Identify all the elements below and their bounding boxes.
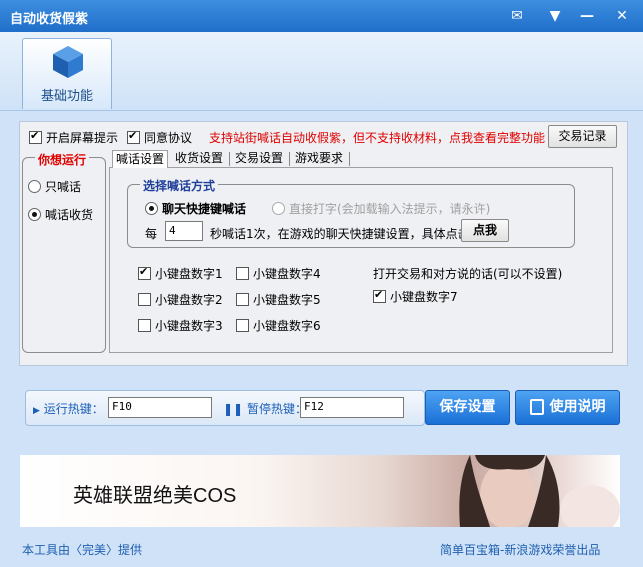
keypad-3-checkbox[interactable]: 小键盘数字3 — [138, 317, 223, 334]
agree-checkbox[interactable]: 同意协议 — [127, 129, 192, 146]
banner-photo-icon — [459, 455, 620, 527]
run-mode-shout-collect-label: 喊话收货 — [45, 208, 94, 222]
screen-tip-checkbox[interactable]: 开启屏幕提示 — [29, 129, 118, 146]
run-hotkey-input[interactable]: F10 — [108, 397, 212, 418]
window-title: 自动收货假紫 — [10, 12, 89, 27]
radio-dot — [145, 202, 158, 215]
checkbox-box — [29, 129, 42, 144]
menu-dropdown-icon[interactable]: ▼ — [547, 8, 563, 24]
run-mode-shout-only-label: 只喊话 — [45, 180, 82, 194]
checkbox-box — [236, 293, 249, 306]
feature-notice-link[interactable]: 支持站街喊话自动收假紫，但不支持收材料，点我查看完整功能 — [209, 129, 545, 146]
close-icon[interactable]: ✕ — [614, 8, 630, 24]
keypad-4-checkbox[interactable]: 小键盘数字4 — [236, 265, 321, 282]
basic-function-tab[interactable]: 基础功能 — [22, 38, 112, 109]
save-settings-button[interactable]: 保存设置 — [425, 390, 510, 425]
tab-collect-settings[interactable]: 收货设置 — [172, 150, 226, 167]
shout-method-title: 选择喊话方式 — [140, 177, 219, 194]
run-mode-shout-only[interactable]: 只喊话 — [28, 178, 81, 195]
keypad-7-label: 小键盘数字7 — [390, 290, 458, 304]
keypad-3-label: 小键盘数字3 — [155, 319, 223, 333]
basic-function-label: 基础功能 — [40, 89, 93, 104]
cube-icon — [53, 46, 83, 78]
trade-log-button[interactable]: 交易记录 — [548, 125, 617, 148]
keypad-6-checkbox[interactable]: 小键盘数字6 — [236, 317, 321, 334]
radio-dot — [272, 202, 285, 215]
trade-talk-note: 打开交易和对方说的话(可以不设置) — [373, 267, 563, 281]
agree-label: 同意协议 — [144, 131, 193, 145]
keypad-6-label: 小键盘数字6 — [253, 319, 321, 333]
keypad-1-checkbox[interactable]: 小键盘数字1 — [138, 265, 223, 282]
shout-interval-input[interactable]: 4 — [165, 221, 203, 241]
run-hotkey-label: ▶ 运行热键： — [33, 400, 104, 417]
footer-publisher[interactable]: 简单百宝箱-新浪游戏荣誉出品 — [440, 541, 600, 558]
radio-dot — [28, 180, 41, 193]
checkbox-box — [236, 267, 249, 280]
feedback-icon[interactable]: ✉ — [509, 8, 525, 24]
pause-hotkey-label: ❚❚ 暂停热键： — [223, 400, 307, 417]
tab-divider — [289, 152, 290, 166]
radio-dot — [28, 208, 41, 221]
checkbox-box — [138, 319, 151, 332]
keypad-2-checkbox[interactable]: 小键盘数字2 — [138, 291, 223, 308]
keypad-5-checkbox[interactable]: 小键盘数字5 — [236, 291, 321, 308]
checkbox-box — [236, 319, 249, 332]
shout-interval-desc: 秒喊话1次，在游戏的聊天快捷键设置，具体点击 — [210, 227, 470, 241]
keypad-7-checkbox[interactable]: 小键盘数字7 — [373, 288, 458, 305]
run-mode-title: 你想运行 — [35, 151, 90, 168]
tab-game-requirements[interactable]: 游戏要求 — [292, 150, 346, 167]
every-label: 每 — [145, 227, 158, 241]
keypad-2-label: 小键盘数字2 — [155, 293, 223, 307]
checkbox-box — [127, 129, 140, 144]
click-me-button[interactable]: 点我 — [461, 219, 509, 242]
screen-tip-label: 开启屏幕提示 — [46, 131, 119, 145]
pause-hotkey-text: 暂停热键： — [246, 402, 307, 416]
shout-mode-direct-type-label: 直接打字(会加载输入法提示，请永许) — [289, 202, 491, 216]
pause-icon: ❚❚ — [223, 402, 244, 416]
banner-text: 英雄联盟绝美COS — [73, 485, 237, 507]
checkbox-box — [373, 288, 386, 303]
run-mode-shout-collect[interactable]: 喊话收货 — [28, 206, 93, 223]
keypad-1-label: 小键盘数字1 — [155, 267, 223, 281]
minimize-icon[interactable]: — — [579, 8, 595, 24]
document-icon — [529, 399, 544, 415]
tab-divider — [349, 152, 350, 166]
play-icon: ▶ — [33, 406, 40, 416]
help-button[interactable]: 使用说明 — [515, 390, 620, 425]
keypad-5-label: 小键盘数字5 — [253, 293, 321, 307]
ad-banner[interactable]: 英雄联盟绝美COS — [20, 455, 620, 527]
tab-divider — [229, 152, 230, 166]
tab-shout-settings[interactable]: 喊话设置 — [112, 150, 169, 168]
checkbox-box — [138, 293, 151, 306]
shout-mode-quick-key-label: 聊天快捷键喊话 — [162, 202, 247, 216]
checkbox-box — [138, 265, 151, 280]
tab-trade-settings[interactable]: 交易设置 — [232, 150, 286, 167]
footer-provider: 本工具由〈完美〉提供 — [22, 543, 143, 557]
help-button-label: 使用说明 — [549, 399, 606, 415]
shout-mode-direct-type[interactable]: 直接打字(会加载输入法提示，请永许) — [272, 200, 490, 217]
run-hotkey-text: 运行热键： — [43, 402, 104, 416]
keypad-4-label: 小键盘数字4 — [253, 267, 321, 281]
shout-mode-quick-key[interactable]: 聊天快捷键喊话 — [145, 200, 246, 217]
pause-hotkey-input[interactable]: F12 — [300, 397, 404, 418]
